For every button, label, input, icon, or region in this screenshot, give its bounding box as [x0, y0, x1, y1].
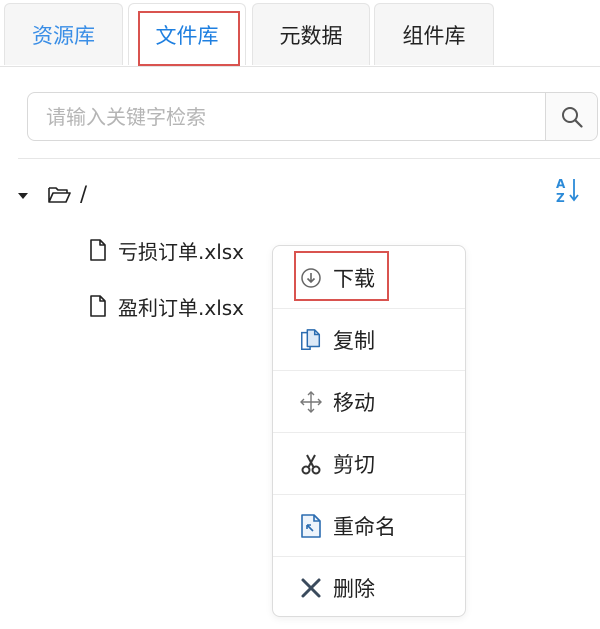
tree-file-item[interactable]: 盈利订单.xlsx	[88, 292, 244, 320]
tree-file-item[interactable]: 亏损订单.xlsx	[88, 236, 244, 264]
rename-icon	[299, 513, 323, 538]
menu-item-label: 移动	[333, 390, 375, 415]
menu-item-rename[interactable]: 重命名	[273, 495, 465, 556]
download-icon	[299, 266, 323, 290]
copy-icon	[299, 328, 323, 352]
divider	[18, 158, 600, 159]
menu-item-cut[interactable]: 剪切	[273, 433, 465, 494]
tree-root-label[interactable]: /	[80, 182, 87, 206]
file-name: 亏损订单.xlsx	[118, 239, 245, 264]
file-icon	[90, 239, 106, 261]
caret-down-icon[interactable]	[16, 190, 30, 202]
menu-item-move[interactable]: 移动	[273, 371, 465, 432]
move-icon	[299, 390, 323, 414]
svg-text:Z: Z	[556, 191, 565, 205]
context-menu: 下载 复制 移动 剪切 重命名 删除	[272, 245, 466, 617]
scissors-icon	[299, 452, 323, 476]
tab-component-library[interactable]: 组件库	[374, 3, 494, 65]
search-icon	[561, 106, 583, 128]
menu-item-label: 下载	[333, 266, 375, 291]
tab-file-library[interactable]: 文件库	[128, 3, 246, 65]
menu-item-label: 重命名	[333, 514, 396, 539]
file-icon	[90, 295, 106, 317]
menu-item-label: 删除	[333, 576, 375, 601]
svg-text:A: A	[556, 177, 566, 191]
search-input[interactable]	[28, 93, 546, 140]
search-button[interactable]	[545, 93, 597, 140]
menu-item-copy[interactable]: 复制	[273, 309, 465, 370]
tab-metadata[interactable]: 元数据	[252, 3, 370, 65]
menu-item-delete[interactable]: 删除	[273, 557, 465, 618]
tab-resource-library[interactable]: 资源库	[4, 3, 123, 65]
file-name: 盈利订单.xlsx	[118, 295, 245, 320]
search-box	[27, 92, 598, 141]
close-icon	[299, 576, 323, 600]
menu-item-label: 复制	[333, 328, 375, 353]
menu-item-download[interactable]: 下载	[273, 247, 465, 308]
menu-item-label: 剪切	[333, 452, 375, 477]
tab-bar: 资源库 文件库 元数据 组件库	[0, 0, 600, 67]
folder-open-icon	[48, 187, 71, 203]
sort-alpha-icon[interactable]: A Z	[553, 175, 583, 205]
